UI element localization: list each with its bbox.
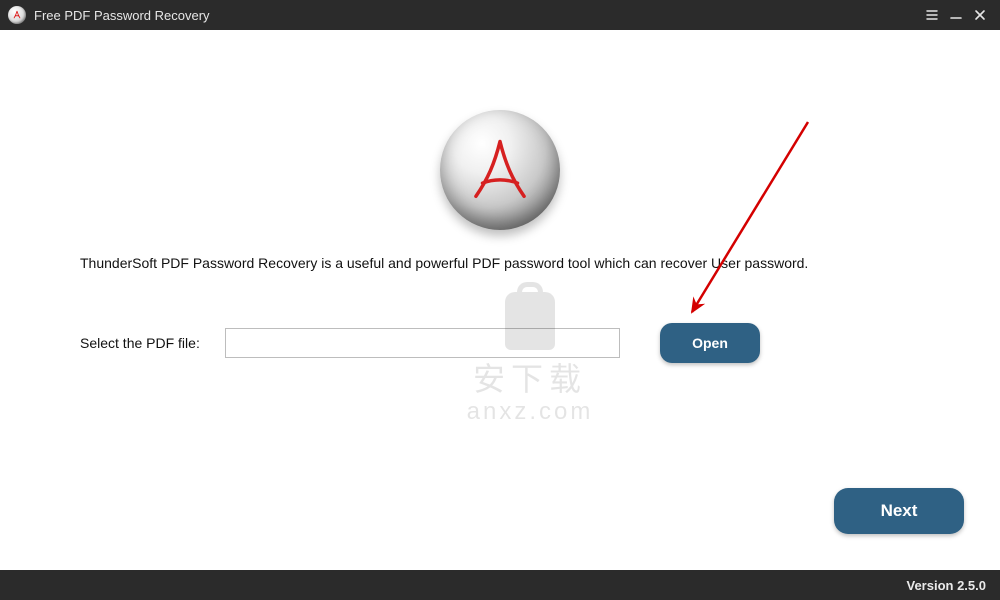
- watermark: 安下载 anxz.com: [395, 292, 665, 426]
- app-title: Free PDF Password Recovery: [34, 8, 210, 23]
- file-select-row: Select the PDF file:: [80, 328, 620, 358]
- file-select-label: Select the PDF file:: [80, 335, 225, 351]
- main-content: ThunderSoft PDF Password Recovery is a u…: [0, 30, 1000, 570]
- open-button[interactable]: Open: [660, 323, 760, 363]
- menu-button[interactable]: [920, 0, 944, 30]
- pdf-orb-icon: [440, 110, 560, 230]
- title-bar: Free PDF Password Recovery: [0, 0, 1000, 30]
- description-text: ThunderSoft PDF Password Recovery is a u…: [80, 255, 808, 271]
- version-label: Version 2.5.0: [907, 578, 987, 593]
- watermark-text-en: anxz.com: [395, 398, 665, 426]
- close-button[interactable]: [968, 0, 992, 30]
- app-icon: [8, 6, 26, 24]
- pdf-file-input[interactable]: [225, 328, 620, 358]
- watermark-text-cn: 安下载: [395, 354, 665, 400]
- status-bar: Version 2.5.0: [0, 570, 1000, 600]
- next-button[interactable]: Next: [834, 488, 964, 534]
- minimize-button[interactable]: [944, 0, 968, 30]
- app-logo: [0, 110, 1000, 230]
